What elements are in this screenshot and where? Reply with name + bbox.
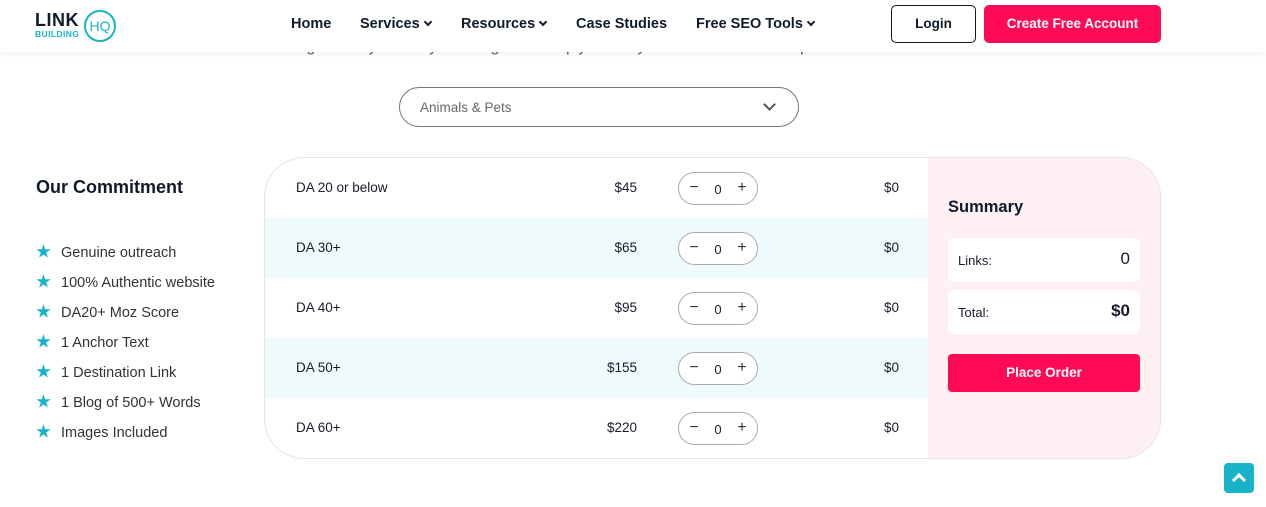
tier-label: DA 30+ bbox=[296, 240, 341, 255]
place-order-button[interactable]: Place Order bbox=[948, 354, 1140, 392]
logo-link-text: LINK bbox=[35, 10, 79, 30]
unit-price: $65 bbox=[614, 240, 637, 255]
quantity-stepper: − 0 + bbox=[678, 412, 758, 445]
commitment-item: 1 Destination Link bbox=[36, 364, 215, 394]
chevron-down-icon bbox=[423, 17, 432, 27]
commitment-item: DA20+ Moz Score bbox=[36, 304, 215, 334]
quantity-stepper: − 0 + bbox=[678, 172, 758, 205]
commitment-item: 100% Authentic website bbox=[36, 274, 215, 304]
commitment-item: Genuine outreach bbox=[36, 244, 215, 274]
tier-label: DA 40+ bbox=[296, 300, 341, 315]
nav-item-home[interactable]: Home bbox=[291, 16, 331, 32]
star-icon bbox=[36, 274, 51, 288]
summary-links-box: Links: 0 bbox=[948, 238, 1140, 282]
back-to-top-button[interactable] bbox=[1224, 463, 1254, 493]
unit-price: $95 bbox=[614, 300, 637, 315]
summary-panel: Summary Links: 0 Total: $0 Place Order bbox=[928, 158, 1160, 458]
chevron-down-icon bbox=[763, 98, 776, 111]
logo-hq-circle: HQ bbox=[84, 10, 116, 42]
commitment-title: Our Commitment bbox=[36, 177, 184, 197]
star-icon bbox=[36, 364, 51, 378]
summary-title: Summary bbox=[948, 198, 1024, 216]
plus-button[interactable]: + bbox=[735, 298, 749, 318]
chevron-down-icon bbox=[538, 17, 548, 27]
summary-links-label: Links: bbox=[958, 253, 992, 268]
star-icon bbox=[36, 304, 51, 318]
quantity-stepper: − 0 + bbox=[678, 292, 758, 325]
row-total: $0 bbox=[883, 420, 899, 435]
star-icon bbox=[36, 424, 51, 438]
commitment-item: Images Included bbox=[36, 424, 215, 454]
summary-links-value: 0 bbox=[1120, 249, 1130, 268]
arrow-up-icon bbox=[1231, 472, 1247, 488]
row-total: $0 bbox=[883, 240, 899, 255]
industry-select-value: Animals & Pets bbox=[420, 100, 512, 115]
commitment-list: Genuine outreach 100% Authentic website … bbox=[36, 244, 215, 454]
pricing-row: DA 40+ $95 − 0 + $0 bbox=[265, 278, 929, 338]
nav-item-free-seo-tools[interactable]: Free SEO Tools bbox=[696, 16, 816, 32]
login-button[interactable]: Login bbox=[891, 5, 976, 43]
summary-total-box: Total: $0 bbox=[948, 290, 1140, 334]
commitment-item: 1 Blog of 500+ Words bbox=[36, 394, 215, 424]
quantity-stepper: − 0 + bbox=[678, 232, 758, 265]
unit-price: $155 bbox=[606, 360, 637, 375]
unit-price: $45 bbox=[614, 180, 637, 195]
industry-select[interactable]: Animals & Pets bbox=[399, 87, 799, 127]
logo-building-text: BUILDING bbox=[35, 29, 80, 39]
tier-label: DA 60+ bbox=[296, 420, 341, 435]
commitment-item: 1 Anchor Text bbox=[36, 334, 215, 364]
nav-item-services[interactable]: Services bbox=[360, 16, 432, 32]
summary-total-label: Total: bbox=[958, 305, 990, 320]
plus-button[interactable]: + bbox=[735, 238, 749, 258]
row-total: $0 bbox=[883, 300, 899, 315]
pricing-row: DA 60+ $220 − 0 + $0 bbox=[265, 398, 929, 458]
pricing-row: DA 20 or below $45 − 0 + $0 bbox=[265, 158, 929, 218]
tier-label: DA 50+ bbox=[296, 360, 341, 375]
tier-label: DA 20 or below bbox=[296, 180, 388, 195]
site-header: LINK BUILDING HQ Home Services Resources… bbox=[0, 0, 1266, 52]
star-icon bbox=[36, 334, 51, 348]
pricing-row: DA 30+ $65 − 0 + $0 bbox=[265, 218, 929, 278]
unit-price: $220 bbox=[606, 420, 637, 435]
plus-button[interactable]: + bbox=[735, 178, 749, 198]
chevron-down-icon bbox=[806, 17, 816, 27]
logo[interactable]: LINK BUILDING HQ bbox=[35, 8, 117, 44]
row-total: $0 bbox=[883, 360, 899, 375]
pricing-card: DA 20 or below $45 − 0 + $0 DA 30+ $65 −… bbox=[264, 157, 1161, 459]
star-icon bbox=[36, 244, 51, 258]
quantity-stepper: − 0 + bbox=[678, 352, 758, 385]
pricing-row: DA 50+ $155 − 0 + $0 bbox=[265, 338, 929, 398]
nav-item-case-studies[interactable]: Case Studies bbox=[576, 16, 667, 32]
create-free-account-button[interactable]: Create Free Account bbox=[984, 5, 1161, 43]
summary-total-value: $0 bbox=[1111, 301, 1130, 320]
row-total: $0 bbox=[883, 180, 899, 195]
plus-button[interactable]: + bbox=[735, 358, 749, 378]
plus-button[interactable]: + bbox=[735, 418, 749, 438]
nav-item-resources[interactable]: Resources bbox=[461, 16, 548, 32]
pricing-rows: DA 20 or below $45 − 0 + $0 DA 30+ $65 −… bbox=[265, 158, 929, 458]
star-icon bbox=[36, 394, 51, 408]
